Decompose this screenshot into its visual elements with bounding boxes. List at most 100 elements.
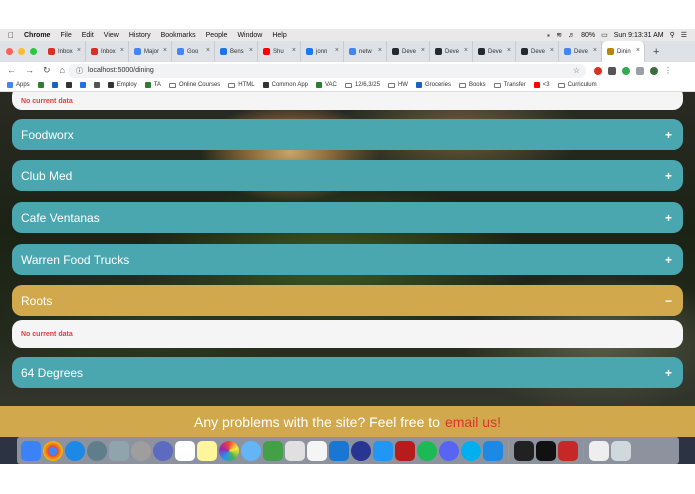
minimize-window-button[interactable] <box>18 48 25 55</box>
accordion-roots[interactable]: Roots − <box>12 285 683 316</box>
bookmark-item[interactable]: Employ <box>107 82 137 88</box>
trash-icon[interactable] <box>611 440 631 461</box>
browser-tab[interactable]: Deve × <box>559 41 602 62</box>
browser-tab[interactable]: Deve × <box>387 41 430 62</box>
bookmark-item[interactable]: Groceries <box>415 82 451 88</box>
menu-history[interactable]: History <box>129 32 151 39</box>
back-arrow-icon[interactable]: ← <box>7 65 16 76</box>
vscode-icon[interactable] <box>483 440 503 461</box>
browser-tab[interactable]: Deve × <box>516 41 559 62</box>
clock[interactable]: Sun 9:13:31 AM <box>614 32 664 39</box>
spotify-icon[interactable] <box>417 440 437 461</box>
keynote-icon[interactable] <box>329 440 349 461</box>
zoom-window-button[interactable] <box>30 48 37 55</box>
expand-icon[interactable]: + <box>665 169 672 183</box>
email-us-link[interactable]: email us! <box>445 414 501 430</box>
bookmark-item[interactable]: Apps <box>7 82 30 88</box>
close-tab-icon[interactable]: × <box>292 47 296 54</box>
app-icon[interactable] <box>558 440 578 461</box>
bookmark-item[interactable]: Transfer <box>493 82 526 88</box>
calendar-icon[interactable] <box>175 440 195 461</box>
address-bar[interactable]: ⓘ localhost:5000/dining ☆ <box>68 63 586 78</box>
bookmark-item[interactable]: TA <box>144 82 161 88</box>
notification-center-icon[interactable]: ☰ <box>681 31 687 39</box>
accordion-warren-food-trucks[interactable]: Warren Food Trucks + <box>12 244 683 275</box>
chrome-icon[interactable] <box>43 440 63 461</box>
browser-tab[interactable]: jonn × <box>301 41 344 62</box>
bookmark-item[interactable]: Books <box>458 82 486 88</box>
expand-icon[interactable]: + <box>665 128 672 142</box>
close-tab-icon[interactable]: × <box>120 47 124 54</box>
close-tab-icon[interactable]: × <box>593 47 597 54</box>
safari-icon[interactable] <box>65 440 85 461</box>
menu-bookmarks[interactable]: Bookmarks <box>161 32 196 39</box>
bookmark-item[interactable] <box>37 82 44 88</box>
accordion-cafe-ventanas[interactable]: Cafe Ventanas + <box>12 202 683 233</box>
menu-file[interactable]: File <box>60 32 71 39</box>
close-tab-icon[interactable]: × <box>249 47 253 54</box>
siri-icon[interactable] <box>153 440 173 461</box>
close-tab-icon[interactable]: × <box>206 47 210 54</box>
reload-icon[interactable]: ↻ <box>43 65 51 76</box>
close-tab-icon[interactable]: × <box>464 47 468 54</box>
numbers-icon[interactable] <box>307 440 327 461</box>
browser-tab[interactable]: Major × <box>129 41 172 62</box>
bookmark-item[interactable]: Common App <box>262 82 308 88</box>
bookmark-star-icon[interactable]: ☆ <box>573 66 580 75</box>
browser-tab[interactable]: Shu × <box>258 41 301 62</box>
apple-menu-icon[interactable]:  <box>8 31 14 40</box>
browser-tab[interactable]: Dinin × <box>602 41 645 62</box>
close-tab-icon[interactable]: × <box>335 47 339 54</box>
skype-icon[interactable] <box>461 440 481 461</box>
bookmark-item[interactable] <box>93 82 100 88</box>
menu-edit[interactable]: Edit <box>82 32 94 39</box>
facetime-icon[interactable] <box>263 440 283 461</box>
battery-icon[interactable]: ▭ <box>601 31 608 39</box>
extension-icon[interactable] <box>608 66 616 75</box>
extension-icon[interactable] <box>594 66 602 75</box>
menu-view[interactable]: View <box>104 32 119 39</box>
finder-icon[interactable] <box>21 440 41 461</box>
extension-icon[interactable] <box>622 66 630 75</box>
browser-tab[interactable]: Inbox × <box>86 41 129 62</box>
app-store-icon[interactable] <box>373 440 393 461</box>
expand-icon[interactable]: + <box>665 366 672 380</box>
browser-tab[interactable]: Deve × <box>473 41 516 62</box>
battery-percent[interactable]: 80% <box>581 32 595 39</box>
bookmark-item[interactable]: 12/6,3/25 <box>344 82 380 88</box>
forward-arrow-icon[interactable]: → <box>25 65 34 76</box>
bookmark-item[interactable] <box>79 82 86 88</box>
discord-icon[interactable] <box>439 440 459 461</box>
browser-tab[interactable]: Bens × <box>215 41 258 62</box>
close-tab-icon[interactable]: × <box>550 47 554 54</box>
bookmark-item[interactable] <box>65 82 72 88</box>
bookmark-item[interactable]: Online Courses <box>168 82 220 88</box>
browser-tab[interactable]: Goo × <box>172 41 215 62</box>
close-tab-icon[interactable]: × <box>636 47 640 54</box>
volume-icon[interactable]: ♬ <box>568 32 575 39</box>
close-tab-icon[interactable]: × <box>421 47 425 54</box>
preview-icon[interactable] <box>285 440 305 461</box>
close-tab-icon[interactable]: × <box>378 47 382 54</box>
spotlight-icon[interactable]: ⚲ <box>670 31 675 39</box>
dictionary-icon[interactable] <box>395 440 415 461</box>
expand-icon[interactable]: + <box>665 253 672 267</box>
wifi-icon[interactable]: ≋ <box>556 31 562 39</box>
new-tab-button[interactable]: + <box>645 46 659 58</box>
system-preferences-icon[interactable] <box>87 440 107 461</box>
close-tab-icon[interactable]: × <box>507 47 511 54</box>
menu-help[interactable]: Help <box>272 32 286 39</box>
menu-app-name[interactable]: Chrome <box>24 32 50 39</box>
close-tab-icon[interactable]: × <box>163 47 167 54</box>
browser-tab[interactable]: Inbox × <box>43 41 86 62</box>
info-icon[interactable]: ⓘ <box>76 66 83 76</box>
downloads-icon[interactable] <box>589 440 609 461</box>
menu-window[interactable]: Window <box>237 32 262 39</box>
bookmark-item[interactable]: <3 <box>533 82 550 88</box>
activity-monitor-icon[interactable] <box>514 440 534 461</box>
browser-tab[interactable]: netw × <box>344 41 387 62</box>
menu-people[interactable]: People <box>206 32 228 39</box>
bookmark-item[interactable]: HTML <box>228 82 255 88</box>
messages-icon[interactable] <box>241 440 261 461</box>
collapse-icon[interactable]: − <box>665 294 672 308</box>
